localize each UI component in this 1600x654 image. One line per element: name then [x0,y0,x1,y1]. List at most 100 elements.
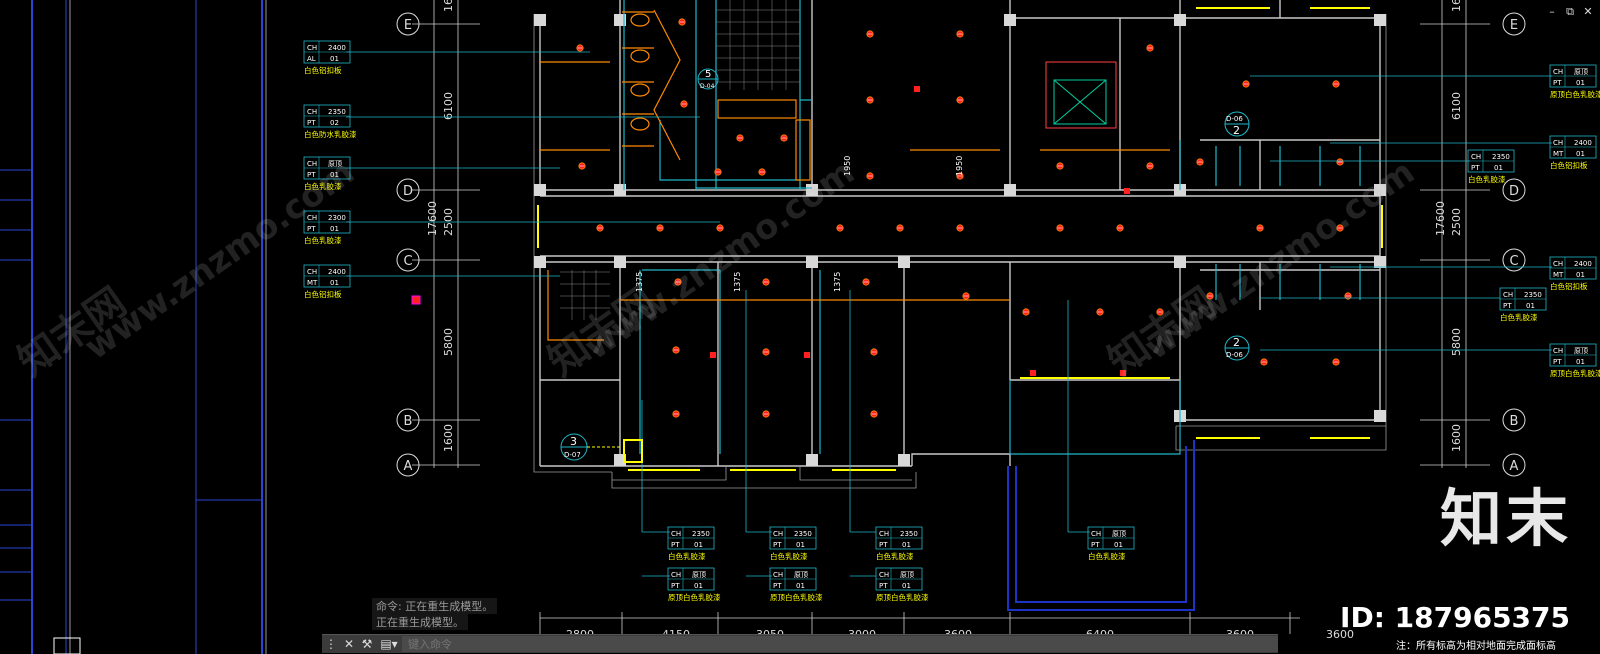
light-fixture-icon [680,100,688,108]
light-fixture-icon [1056,224,1064,232]
light-fixture-icon [1332,80,1340,88]
tag-field: PT [671,582,680,590]
light-fixture-icon [862,278,870,286]
tag-field: 01 [902,582,911,590]
tag-field: CH [307,44,317,52]
window-lines [537,7,1383,471]
tag-field: CH [307,268,317,276]
light-fixture-icon [678,18,686,26]
tag-field: CH [879,530,889,538]
tag-field: AL [307,55,316,63]
tag-field: PT [1471,164,1480,172]
grip-handle-icon[interactable]: ⋮ [322,635,340,653]
tag-field: 原顶 [1112,530,1126,538]
tag-field: MT [1553,150,1564,158]
image-id: ID: 187965375 [1340,601,1570,634]
close-icon[interactable]: ✕ [1582,6,1594,18]
tag-field: MT [1553,271,1564,279]
tag-field: 02 [330,119,339,127]
tag-field: PT [1503,302,1512,310]
tag-label: 原顶白色乳胶漆 [770,592,823,602]
tag-field: PT [773,582,782,590]
tag-field: CH [773,571,783,579]
tag-field: 原顶 [794,571,808,579]
tag-field: CH [671,530,681,538]
tag-field: CH [1091,530,1101,538]
tag-field: 2350 [328,108,346,116]
light-fixture-icon [578,162,586,170]
ceiling-material-tags: CH 2400 AL 01 白色铝扣板 CH 2350 PT 02 白色防水乳胶漆 CH 原顶 PT 01… [303,40,1600,602]
light-fixture-icon [596,224,604,232]
tag-field: 2350 [794,530,812,538]
tag-field: CH [1553,68,1563,76]
callout-ref: D-06 [1226,351,1243,359]
callout-num: 5 [705,69,711,80]
light-fixture-icon [714,168,722,176]
tag-field: 原顶 [692,571,706,579]
axis-label-e: E [404,18,412,33]
tag-field: 01 [1494,164,1503,172]
material-tag: CH 原顶 PT 01 白色乳胶漆 [1087,526,1135,561]
dim-1600-top: 1600 [442,0,455,12]
light-fixture-icon [1056,162,1064,170]
material-tag: CH 原顶 PT 01 原顶白色乳胶漆 [1549,64,1600,99]
wrench-icon[interactable]: ⚒ [358,635,376,653]
light-fixture-icon [866,96,874,104]
tag-label: 白色防水乳胶漆 [304,129,357,139]
tag-label: 白色乳胶漆 [1500,312,1538,322]
axis-label-b: B [404,414,413,429]
light-fixture-icon [1332,358,1340,366]
tag-field: 2350 [692,530,710,538]
close-icon[interactable]: ✕ [340,635,358,653]
tag-field: 01 [796,582,805,590]
tag-field: CH [773,530,783,538]
room-dim: 1950 [955,156,964,176]
tag-field: 2350 [900,530,918,538]
axis-label-e-right: E [1510,18,1518,33]
light-fixture-icon [896,224,904,232]
tag-field: CH [1471,153,1481,161]
dim-5800-right: 5800 [1450,328,1463,356]
restore-icon[interactable]: ⧉ [1564,6,1576,18]
light-fixture-icon [1242,80,1250,88]
material-tag: CH 2350 PT 01 白色乳胶漆 [1499,287,1547,322]
light-fixture-icon [1096,308,1104,316]
balcony-outline [1007,440,1195,611]
tag-field: PT [307,225,316,233]
command-input[interactable] [402,636,1278,652]
material-tag: CH 原顶 PT 01 原顶白色乳胶漆 [769,567,823,602]
tag-field: PT [671,541,680,549]
tag-label: 白色乳胶漆 [1088,551,1126,561]
command-prompt-icon[interactable]: ▤▾ [376,635,402,653]
material-tag: CH 2350 PT 01 白色乳胶漆 [875,526,923,561]
tag-label: 白色铝扣板 [304,289,342,299]
tag-field: 01 [796,541,805,549]
tag-field: PT [773,541,782,549]
tag-field: PT [307,119,316,127]
tag-field: 01 [330,225,339,233]
tag-field: 01 [330,279,339,287]
callout-5: 5 D-04 [697,68,719,90]
axis-label-d-right: D [1509,184,1519,199]
material-tag: CH 2350 PT 02 白色防水乳胶漆 [303,104,357,139]
tag-field: PT [879,541,888,549]
tag-field: PT [879,582,888,590]
minimize-icon[interactable]: – [1546,6,1558,18]
tag-field: 01 [694,582,703,590]
command-history-line-1: 命令: 正在重生成模型。 [372,598,498,614]
callout-num: 3 [570,435,577,448]
material-tag: CH 2350 PT 01 白色乳胶漆 [769,526,817,561]
tag-field: MT [307,279,318,287]
tag-field: CH [307,108,317,116]
cad-drawing-canvas[interactable]: E D C B A E D C B A 1600 6100 2500 17600… [0,0,1600,654]
tag-field: 2350 [1492,153,1510,161]
tag-field: 01 [902,541,911,549]
tag-field: 2400 [1574,260,1592,268]
callout-num: 2 [1233,336,1240,349]
callout-ref: D-06 [1226,115,1243,123]
material-tag: CH 原顶 PT 01 原顶白色乳胶漆 [667,567,721,602]
light-fixture-icon [956,96,964,104]
floor-plan-walls [539,0,1381,467]
tag-field: 2400 [328,268,346,276]
tag-label: 原顶白色乳胶漆 [1550,368,1600,378]
